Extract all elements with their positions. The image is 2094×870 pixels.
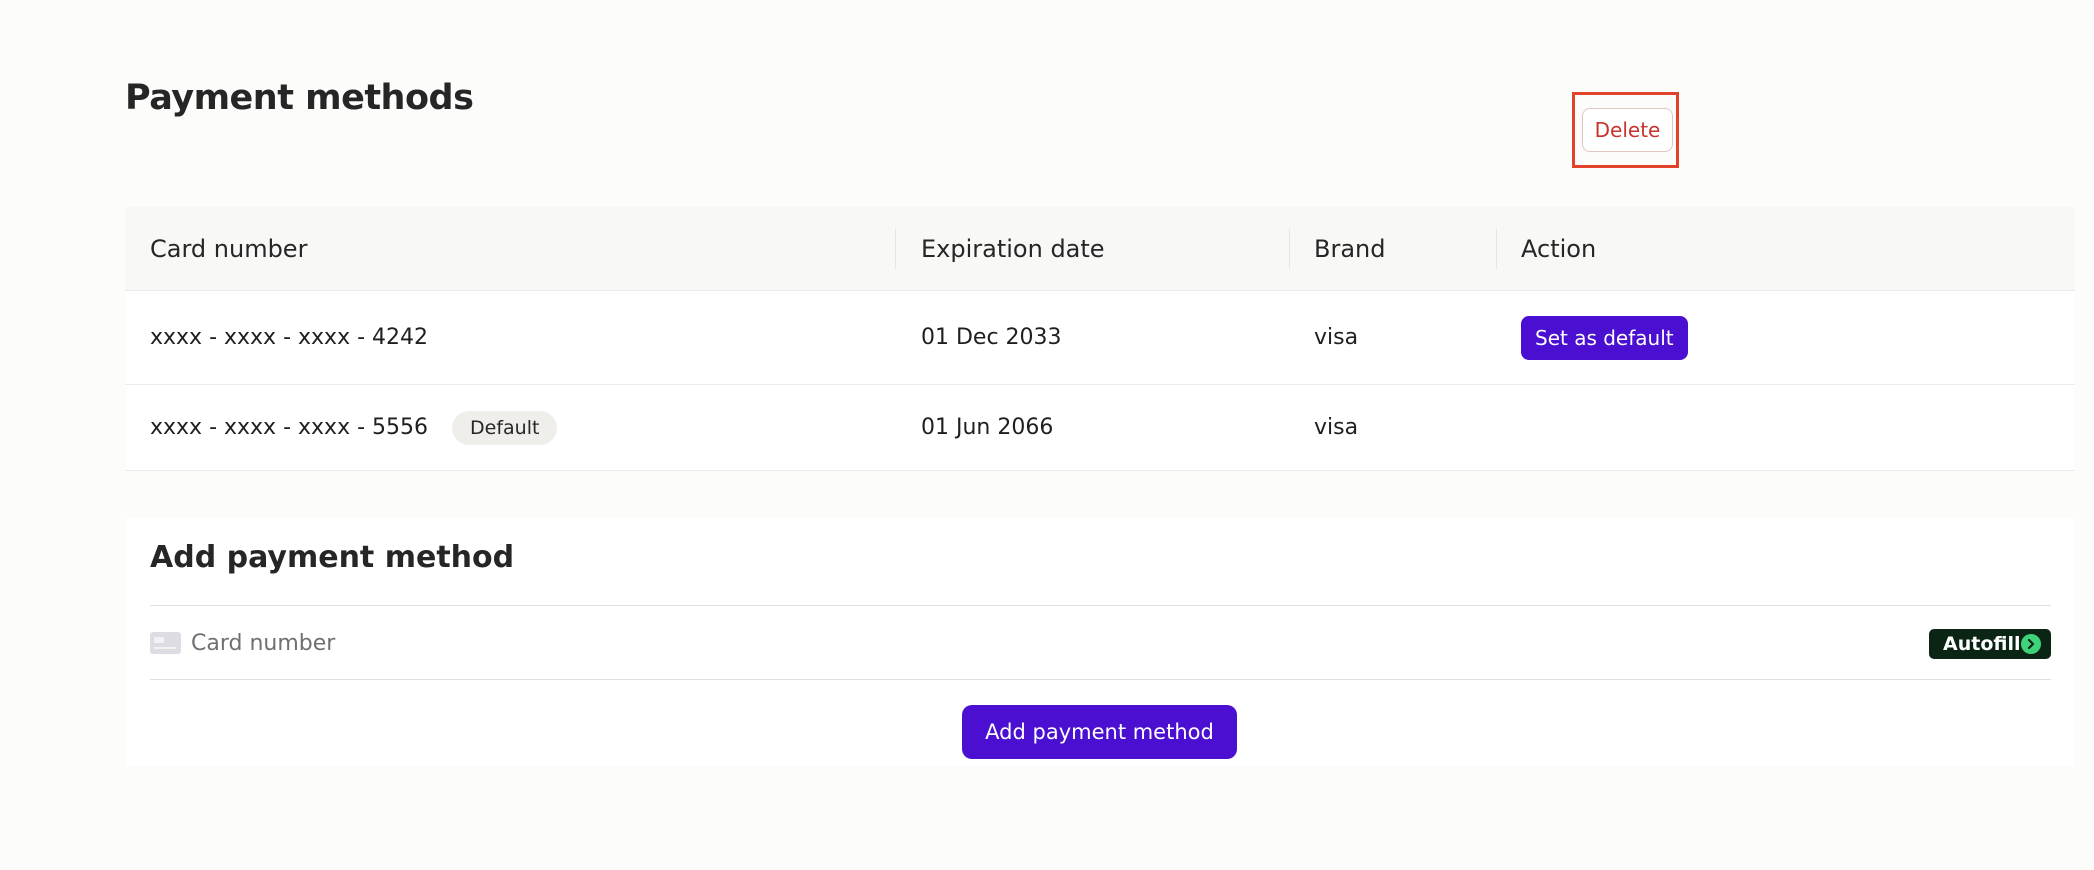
card-brand: visa bbox=[1314, 325, 1359, 350]
chevron-right-icon bbox=[2021, 634, 2041, 654]
autofill-label: Autofill bbox=[1943, 633, 2021, 655]
divider bbox=[150, 605, 2051, 606]
card-brand: visa bbox=[1314, 415, 1359, 440]
column-divider bbox=[1496, 229, 1497, 269]
card-number-input[interactable] bbox=[191, 618, 1391, 668]
column-header-expiration: Expiration date bbox=[921, 235, 1105, 263]
expiration-date: 01 Dec 2033 bbox=[921, 325, 1062, 350]
column-header-card-number: Card number bbox=[150, 235, 308, 263]
card-number-cell: xxxx - xxxx - xxxx - 5556 Default bbox=[150, 385, 558, 470]
table-row: xxxx - xxxx - xxxx - 4242 01 Dec 2033 vi… bbox=[125, 291, 2075, 385]
action-cell: Set as default bbox=[1521, 291, 1688, 384]
column-divider bbox=[895, 229, 896, 269]
default-badge: Default bbox=[452, 410, 558, 445]
autofill-button[interactable]: Autofill bbox=[1929, 629, 2051, 659]
table-row: xxxx - xxxx - xxxx - 5556 Default 01 Jun… bbox=[125, 385, 2075, 471]
card-number: xxxx - xxxx - xxxx - 5556 bbox=[150, 415, 428, 440]
card-number: xxxx - xxxx - xxxx - 4242 bbox=[150, 325, 428, 350]
payment-methods-page: Payment methods Card number Expiration d… bbox=[0, 0, 2094, 870]
delete-highlight-box: Delete bbox=[1572, 92, 1679, 168]
add-payment-method-title: Add payment method bbox=[150, 540, 515, 575]
set-as-default-button[interactable]: Set as default bbox=[1521, 315, 1688, 360]
page-title: Payment methods bbox=[125, 78, 474, 118]
column-header-brand: Brand bbox=[1314, 235, 1386, 263]
card-icon bbox=[150, 632, 181, 654]
table-header: Card number Expiration date Brand Action bbox=[125, 207, 2075, 291]
divider bbox=[150, 679, 2051, 680]
column-divider bbox=[1289, 229, 1290, 269]
add-payment-method-form: Add payment method Autofill Add payment … bbox=[125, 518, 2075, 766]
payment-methods-table: Card number Expiration date Brand Action… bbox=[125, 207, 2075, 471]
expiration-date: 01 Jun 2066 bbox=[921, 415, 1054, 440]
add-payment-method-button[interactable]: Add payment method bbox=[962, 705, 1237, 759]
delete-button[interactable]: Delete bbox=[1582, 108, 1673, 152]
column-header-action: Action bbox=[1521, 235, 1597, 263]
